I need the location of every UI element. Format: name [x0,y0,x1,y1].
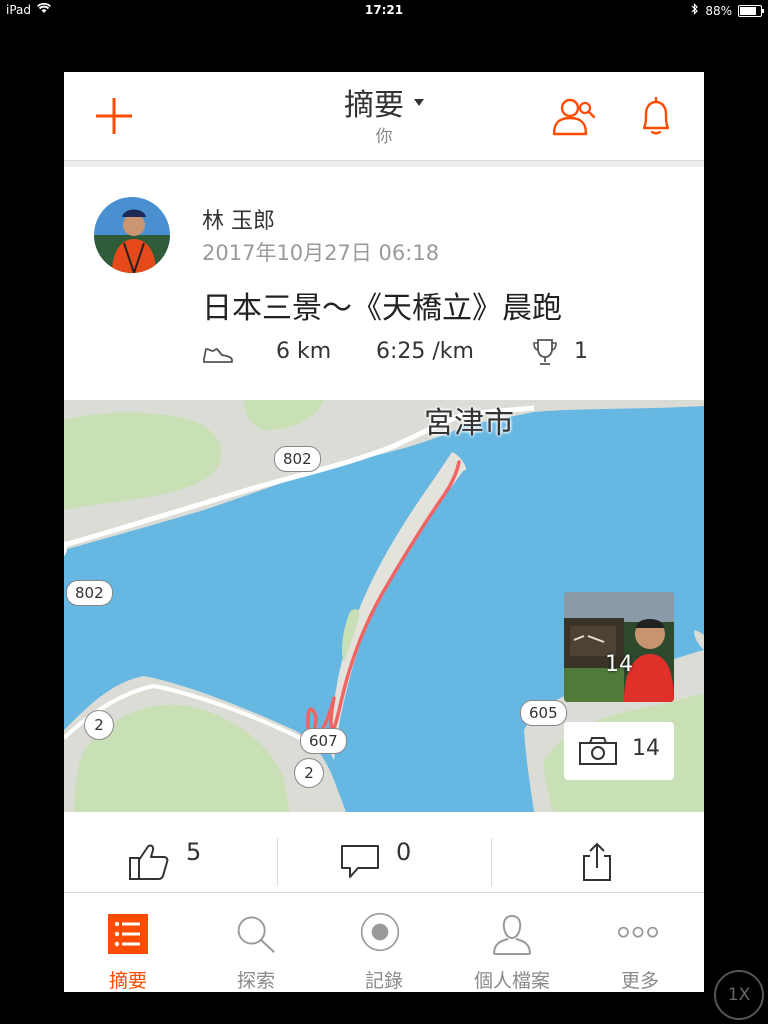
feed-subtitle: 你 [375,127,393,147]
tab-label: 個人檔案 [473,970,550,992]
kudos-count: 5 [186,838,202,866]
more-icon [618,926,658,938]
app-screen: 摘要 你 林 玉郎 2017年10月27日 06:18 日本三景～《天橋立》晨跑… [64,72,704,992]
tab-more[interactable]: 更多 [576,894,704,992]
road-802-badge-left: 802 [66,580,113,606]
comment-button[interactable]: 0 [334,812,484,892]
activity-stats: 6 km 6:25 /km 1 [202,339,672,369]
tab-record[interactable]: 記錄 [320,894,448,992]
status-bar: iPad 17:21 88% [0,0,768,22]
activity-map[interactable]: 宮津市 802 802 2 607 2 605 14 14 [64,400,704,812]
photo-thumbnail-count: 14 [605,652,633,677]
athlete-name[interactable]: 林 玉郎 [202,203,275,235]
find-friends-icon[interactable] [552,94,598,138]
comment-bubble-icon [341,845,379,878]
road-607-badge: 607 [300,728,347,754]
feed-title-dropdown[interactable]: 摘要 [344,80,424,124]
thumbs-up-icon [129,844,169,880]
activity-distance: 6 km [276,339,332,364]
tab-label: 探索 [236,970,275,992]
notifications-bell-icon[interactable] [636,94,676,138]
activity-title[interactable]: 日本三景～《天橋立》晨跑 [202,283,562,327]
tab-label: 記錄 [364,970,403,992]
caret-down-icon [414,98,424,106]
kudos-button[interactable]: 5 [120,812,270,892]
share-button[interactable] [574,812,654,892]
search-icon [237,916,275,954]
feed-selector: 摘要 你 [64,80,704,147]
road-802-badge-top: 802 [274,446,321,472]
battery-icon [738,4,764,17]
tab-profile[interactable]: 個人檔案 [448,894,576,992]
top-nav-bar: 摘要 你 [64,72,704,161]
photos-button[interactable]: 14 [564,722,674,780]
zoom-1x-button[interactable]: 1X [714,970,764,1020]
achievement-count: 1 [574,339,588,364]
tab-label: 摘要 [108,970,147,992]
tab-explore[interactable]: 探索 [192,894,320,992]
athlete-avatar[interactable] [94,197,170,273]
feed-title: 摘要 [344,88,404,123]
profile-icon [493,914,531,955]
tab-feed[interactable]: 摘要 [64,894,192,992]
map-city-label: 宮津市 [424,406,514,441]
record-icon [360,912,400,952]
run-shoe-icon [202,343,234,365]
road-2-badge-left: 2 [84,710,114,740]
photo-count: 14 [632,736,660,761]
activity-date: 2017年10月27日 06:18 [202,241,440,265]
bottom-tab-bar: 摘要 探索 記錄 個人檔案 更多 [64,894,704,992]
activity-pace: 6:25 /km [376,339,474,364]
action-divider [491,838,492,886]
photo-thumbnail[interactable]: 14 [564,592,674,702]
tab-label: 更多 [620,970,659,992]
section-gap [64,161,704,167]
status-time: 17:21 [364,3,404,17]
comment-count: 0 [396,838,412,866]
activity-actions: 5 0 [64,812,704,893]
battery-percent: 88% [705,3,732,18]
road-605-badge: 605 [520,700,567,726]
bluetooth-icon [691,3,699,18]
trophy-icon [532,337,558,367]
camera-icon [579,737,617,765]
feed-list-icon [108,914,148,954]
action-divider [277,838,278,886]
battery-fill [740,6,756,15]
share-icon [583,842,611,881]
road-2-badge-bottom: 2 [294,758,324,788]
